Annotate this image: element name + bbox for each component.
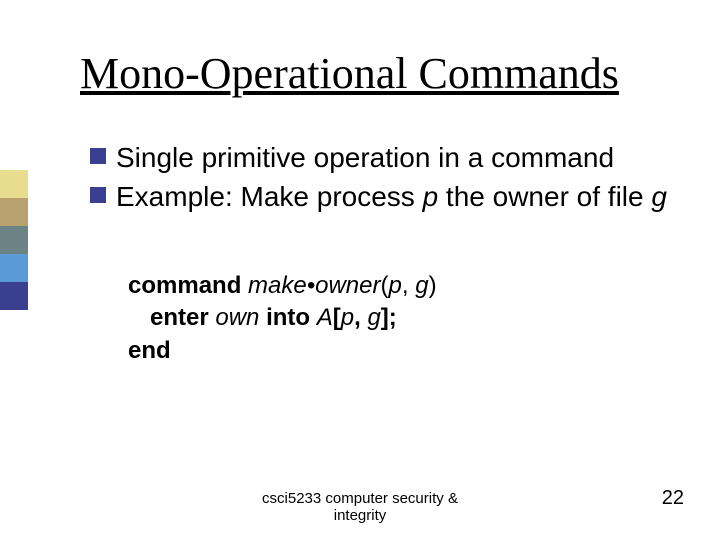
bullet-text: Single primitive operation in a command [116,140,614,175]
bullet-item: Example: Make process p the owner of fil… [90,179,680,214]
bullet-text: Example: Make process p the owner of fil… [116,179,667,214]
page-number: 22 [662,487,684,510]
bullet-icon [90,148,106,164]
code-block: command make•owner(p, g) enter own into … [128,270,680,367]
slide-title: Mono-Operational Commands [80,48,680,99]
bullet-icon [90,187,106,203]
footer-text: csci5233 computer security & integrity [0,490,720,524]
bullet-item: Single primitive operation in a command [90,140,680,175]
